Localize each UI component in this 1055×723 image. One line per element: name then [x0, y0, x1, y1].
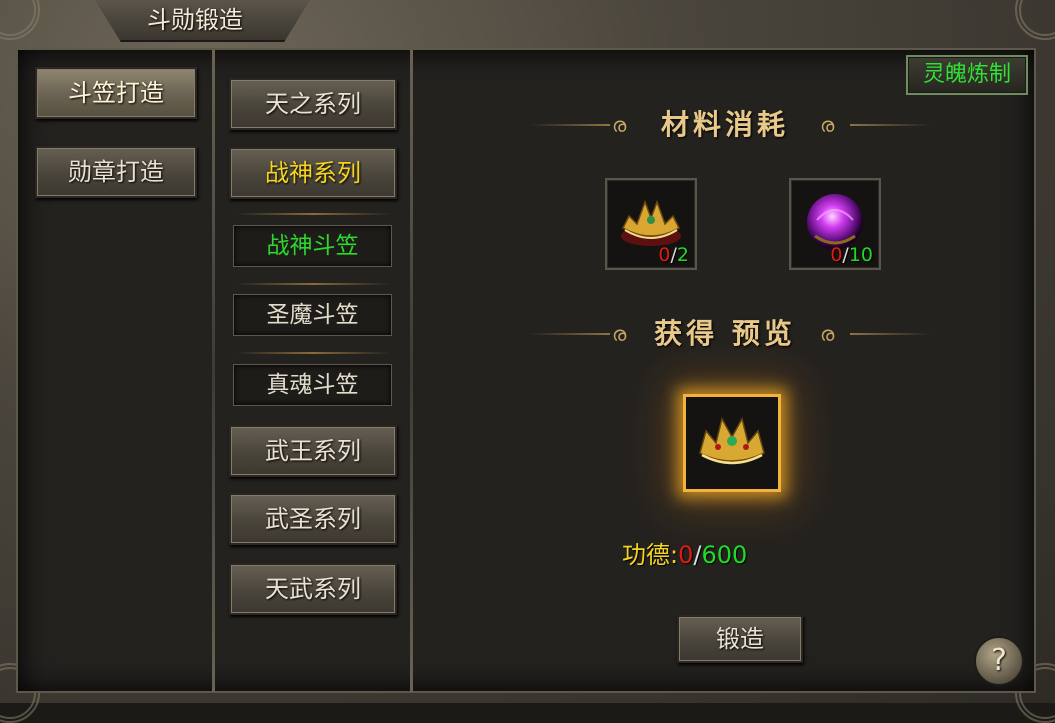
window-title: 斗勋锻造	[130, 4, 260, 36]
material-slot[interactable]: 0/10	[789, 178, 881, 270]
tab-medal-forging[interactable]: 勋章打造	[35, 146, 197, 198]
separator	[236, 283, 390, 285]
golden-crown-icon	[686, 397, 778, 489]
merit-label: 功德:	[622, 541, 678, 569]
merit-need: 600	[701, 541, 747, 569]
tab-hat-forging[interactable]: 斗笠打造	[35, 67, 197, 119]
sub-item-shengmo-hat[interactable]: 圣魔斗笠	[233, 294, 392, 336]
material-count: 0/2	[658, 244, 689, 266]
materials-heading: ര 材料消耗 ര	[520, 105, 930, 145]
sub-item-zhanshen-hat[interactable]: 战神斗笠	[233, 225, 392, 267]
soul-refine-button[interactable]: 灵魄炼制	[906, 55, 1028, 95]
series-tianwu[interactable]: 天武系列	[229, 563, 397, 615]
sub-item-zhenhun-hat[interactable]: 真魂斗笠	[233, 364, 392, 406]
separator	[236, 213, 390, 215]
preview-heading: ര 获得 预览 ര	[520, 314, 930, 354]
separator	[236, 352, 390, 354]
forge-button[interactable]: 锻造	[677, 615, 803, 663]
merit-have: 0	[678, 541, 693, 569]
heading-line	[850, 333, 930, 335]
help-icon[interactable]: ?	[974, 636, 1024, 686]
series-wusheng[interactable]: 武圣系列	[229, 493, 397, 545]
material-slot[interactable]: 0/2	[605, 178, 697, 270]
material-count: 0/10	[830, 244, 873, 266]
swirl-ornament-icon: ര	[820, 322, 834, 346]
preview-item-slot[interactable]	[683, 394, 781, 492]
column-divider	[410, 50, 413, 692]
column-divider	[212, 50, 215, 692]
series-tianzhi[interactable]: 天之系列	[229, 78, 397, 130]
heading-line	[850, 124, 930, 126]
merit-readout: 功德:0/600	[622, 538, 747, 572]
series-zhanshen[interactable]: 战神系列	[229, 147, 397, 199]
swirl-ornament-icon: ര	[820, 113, 834, 137]
series-wuwang[interactable]: 武王系列	[229, 425, 397, 477]
